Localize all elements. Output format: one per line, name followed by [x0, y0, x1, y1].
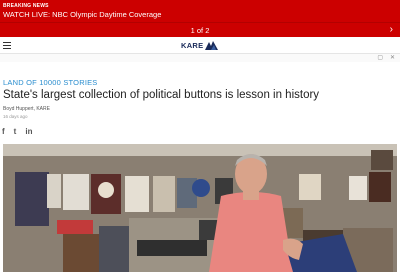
article-title: State's largest collection of political … — [3, 89, 320, 101]
facebook-icon[interactable]: f — [2, 127, 5, 136]
hero-image[interactable] — [3, 144, 397, 272]
section-label[interactable]: LAND OF 10000 STORIES — [3, 78, 98, 87]
site-logo[interactable]: KARE — [181, 40, 219, 51]
logo-text: KARE — [181, 41, 204, 50]
breaking-news-pager: 1 of 2 › — [0, 22, 400, 37]
logo-mark-icon — [205, 41, 219, 50]
linkedin-icon[interactable]: in — [25, 127, 32, 136]
close-icon[interactable]: ✕ — [390, 54, 395, 62]
article-byline: Boyd Huppert, KARE — [3, 106, 50, 112]
breaking-news-banner[interactable]: BREAKING NEWS WATCH LIVE: NBC Olympic Da… — [0, 0, 400, 22]
utility-row: ▢ ✕ — [0, 54, 400, 62]
article-date: 16 days ago — [3, 114, 28, 119]
window-icon[interactable]: ▢ — [377, 54, 383, 62]
chevron-right-icon[interactable]: › — [390, 24, 393, 36]
hero-photo-illustration — [3, 144, 397, 272]
breaking-news-tag: BREAKING NEWS — [3, 3, 49, 9]
hamburger-menu-icon[interactable] — [3, 42, 11, 49]
twitter-icon[interactable]: t — [14, 127, 17, 136]
share-bar: f t in — [2, 127, 32, 136]
site-header: KARE — [0, 37, 400, 54]
breaking-news-headline[interactable]: WATCH LIVE: NBC Olympic Daytime Coverage — [3, 10, 161, 19]
pager-count: 1 of 2 — [190, 26, 210, 35]
